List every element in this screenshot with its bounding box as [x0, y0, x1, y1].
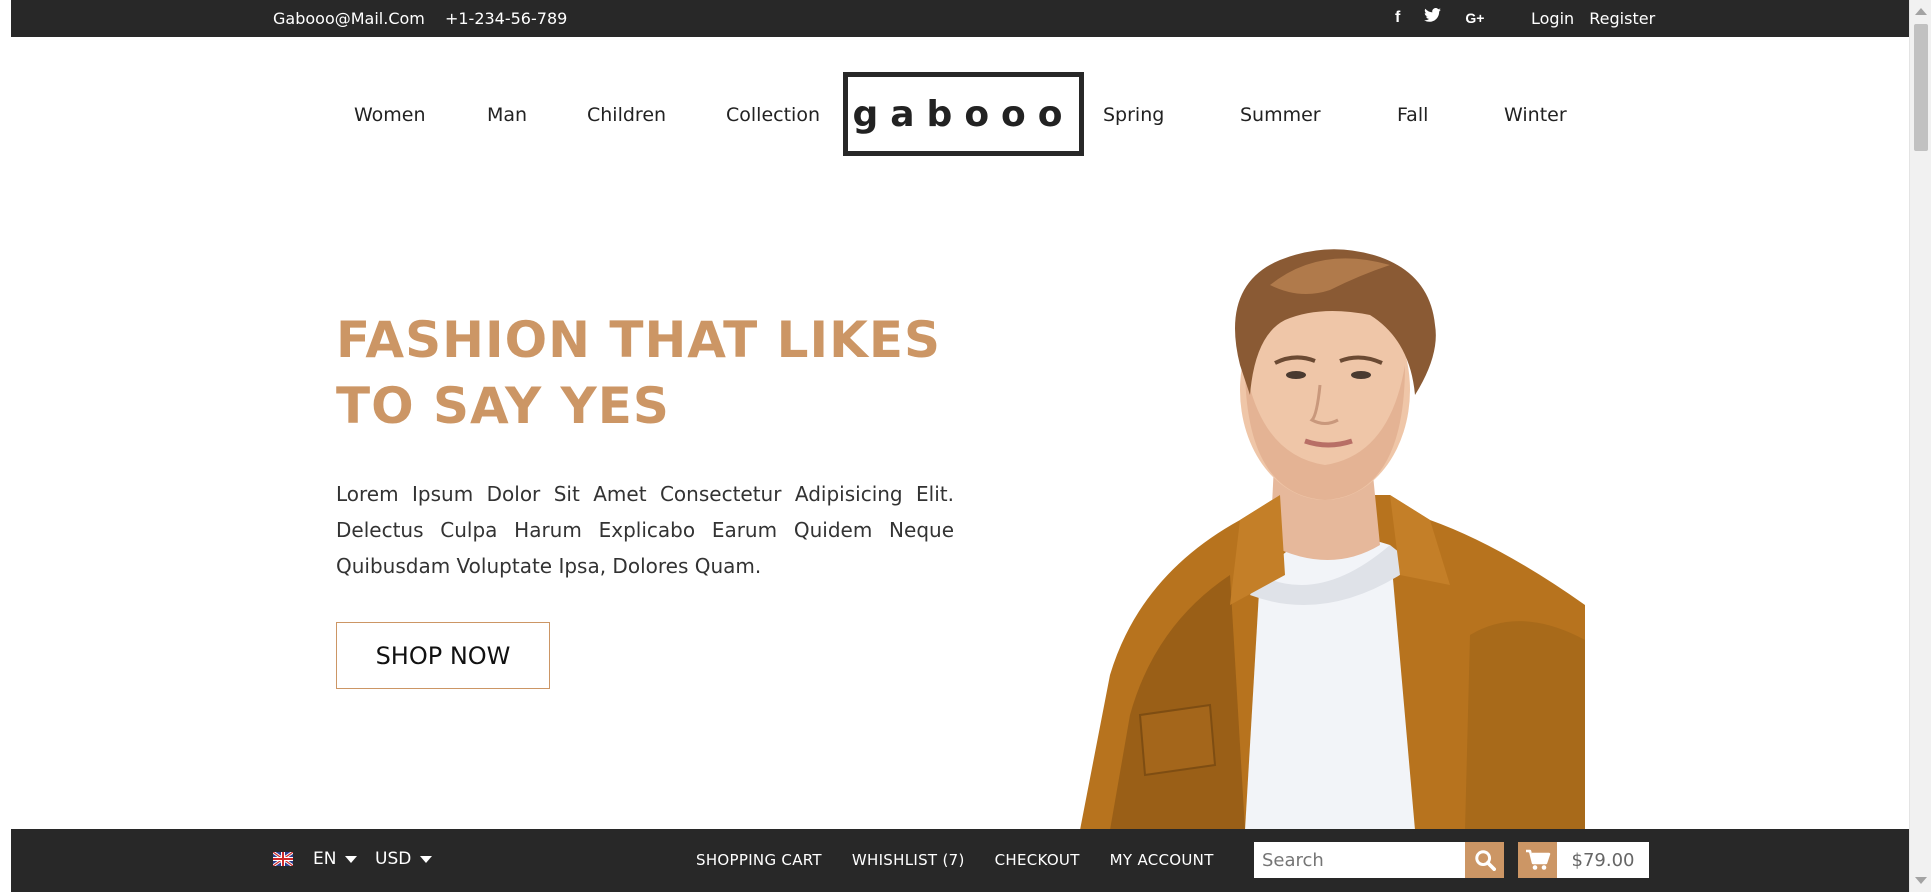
shopping-cart-link[interactable]: SHOPPING CART: [696, 851, 822, 869]
chevron-down-icon: [345, 855, 358, 863]
twitter-icon[interactable]: [1424, 8, 1442, 27]
hero-title: FASHION THAT LIKES TO SAY YES: [336, 311, 941, 435]
nav-item-summer[interactable]: Summer: [1240, 104, 1321, 126]
nav-item-winter[interactable]: Winter: [1504, 104, 1567, 126]
search-button[interactable]: [1465, 842, 1504, 878]
auth-links: Login Register: [1531, 9, 1665, 28]
contact-phone: +1-234-56-789: [444, 9, 568, 28]
register-link[interactable]: Register: [1589, 9, 1655, 28]
site-logo[interactable]: gabooo: [843, 72, 1084, 156]
search-box: [1254, 842, 1504, 878]
cart-icon: [1525, 849, 1550, 870]
scrollbar-thumb[interactable]: [1914, 24, 1928, 151]
facebook-icon[interactable]: f: [1395, 9, 1400, 27]
chevron-down-icon: [420, 855, 433, 863]
search-input[interactable]: [1254, 842, 1465, 878]
mini-cart[interactable]: $79.00: [1518, 842, 1649, 878]
nav-item-man[interactable]: Man: [487, 104, 527, 126]
login-link[interactable]: Login: [1531, 9, 1574, 28]
nav-item-women[interactable]: Women: [354, 104, 426, 126]
nav-item-fall[interactable]: Fall: [1397, 104, 1428, 126]
nav-item-spring[interactable]: Spring: [1103, 104, 1164, 126]
google-plus-icon[interactable]: G+: [1465, 10, 1484, 26]
cart-button[interactable]: [1518, 842, 1557, 878]
currency-selector[interactable]: USD: [375, 849, 433, 869]
checkout-link[interactable]: CHECKOUT: [995, 851, 1080, 869]
account-links: SHOPPING CART WHISHLIST (7) CHECKOUT MY …: [696, 851, 1214, 869]
contact-info: Gabooo@Mail.Com +1-234-56-789: [273, 9, 582, 28]
uk-flag-icon: [273, 852, 293, 866]
nav-item-children[interactable]: Children: [587, 104, 666, 126]
social-links: f G+: [1395, 8, 1484, 27]
scroll-down-arrow-icon[interactable]: [1915, 877, 1927, 884]
my-account-link[interactable]: MY ACCOUNT: [1110, 851, 1214, 869]
hero-model-image: [1080, 249, 1585, 830]
bottom-bar: EN USD SHOPPING CART WHISHLIST (7) CHECK…: [11, 829, 1909, 892]
cart-total: $79.00: [1557, 842, 1649, 878]
contact-email: Gabooo@Mail.Com: [273, 9, 425, 28]
top-bar: Gabooo@Mail.Com +1-234-56-789 f G+ Login…: [11, 0, 1909, 37]
currency-value: USD: [375, 849, 412, 869]
scroll-up-arrow-icon[interactable]: [1915, 8, 1927, 15]
page-scrollbar[interactable]: [1909, 0, 1931, 892]
hero-description: Lorem Ipsum Dolor Sit Amet Consectetur A…: [336, 482, 954, 578]
search-icon: [1474, 850, 1496, 871]
nav-item-collection[interactable]: Collection: [726, 104, 820, 126]
wishlist-link[interactable]: WHISHLIST (7): [852, 851, 965, 869]
language-value: EN: [313, 849, 337, 869]
language-selector[interactable]: EN: [273, 849, 358, 869]
main-nav: Women Man Children Collection gabooo Spr…: [0, 70, 1909, 160]
shop-now-button[interactable]: SHOP NOW: [336, 622, 550, 689]
